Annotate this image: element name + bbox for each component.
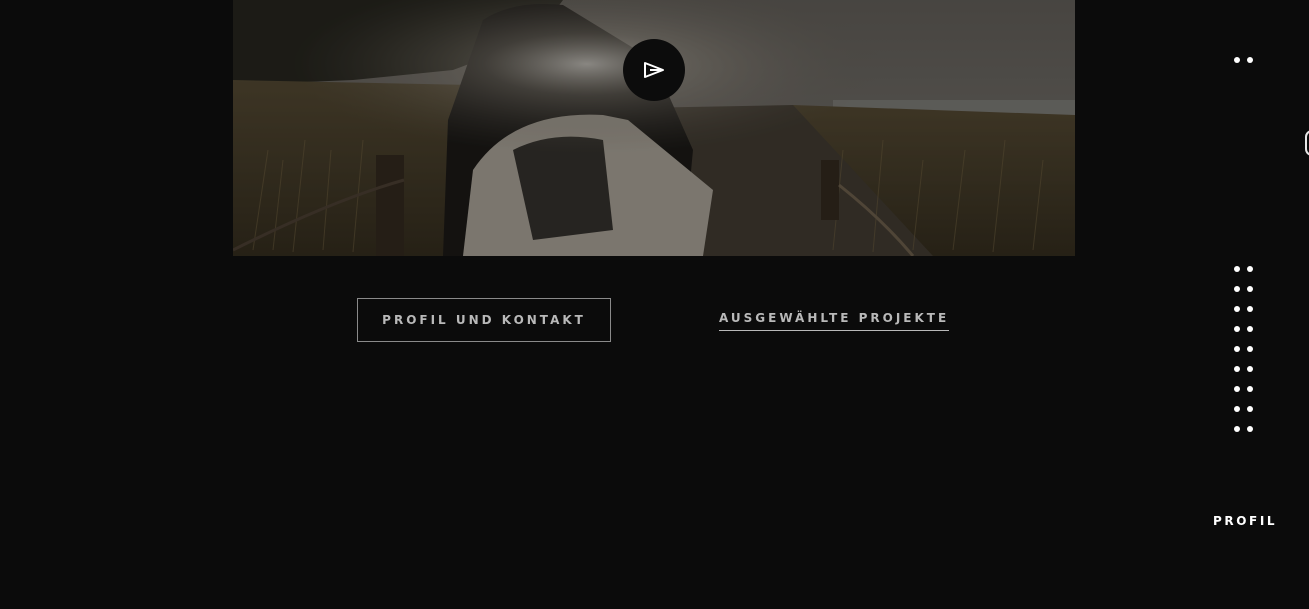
section-nav-item[interactable] — [1232, 364, 1256, 374]
section-nav-item[interactable] — [1232, 344, 1256, 354]
section-nav-item[interactable] — [1232, 324, 1256, 334]
section-nav-item[interactable] — [1232, 284, 1256, 294]
section-dot-navigation — [1232, 264, 1256, 436]
section-nav-item[interactable] — [1232, 264, 1256, 274]
section-nav-item[interactable] — [1232, 424, 1256, 434]
menu-dots-icon[interactable] — [1232, 55, 1256, 65]
current-section-label: PROFIL — [1213, 514, 1278, 528]
play-button[interactable] — [623, 39, 685, 101]
hero-video[interactable] — [233, 0, 1075, 256]
profile-contact-button[interactable]: PROFIL UND KONTAKT — [357, 298, 611, 342]
scroll-indicator-icon — [1305, 130, 1309, 156]
selected-projects-link[interactable]: AUSGEWÄHLTE PROJEKTE — [719, 311, 950, 331]
section-nav-item[interactable] — [1232, 384, 1256, 394]
section-nav-item[interactable] — [1232, 304, 1256, 314]
play-icon — [644, 62, 664, 78]
section-nav-item[interactable] — [1232, 404, 1256, 414]
menu-dot — [1234, 57, 1240, 63]
page: PROFIL UND KONTAKT AUSGEWÄHLTE PROJEKTE … — [0, 0, 1309, 609]
menu-dot — [1247, 57, 1253, 63]
